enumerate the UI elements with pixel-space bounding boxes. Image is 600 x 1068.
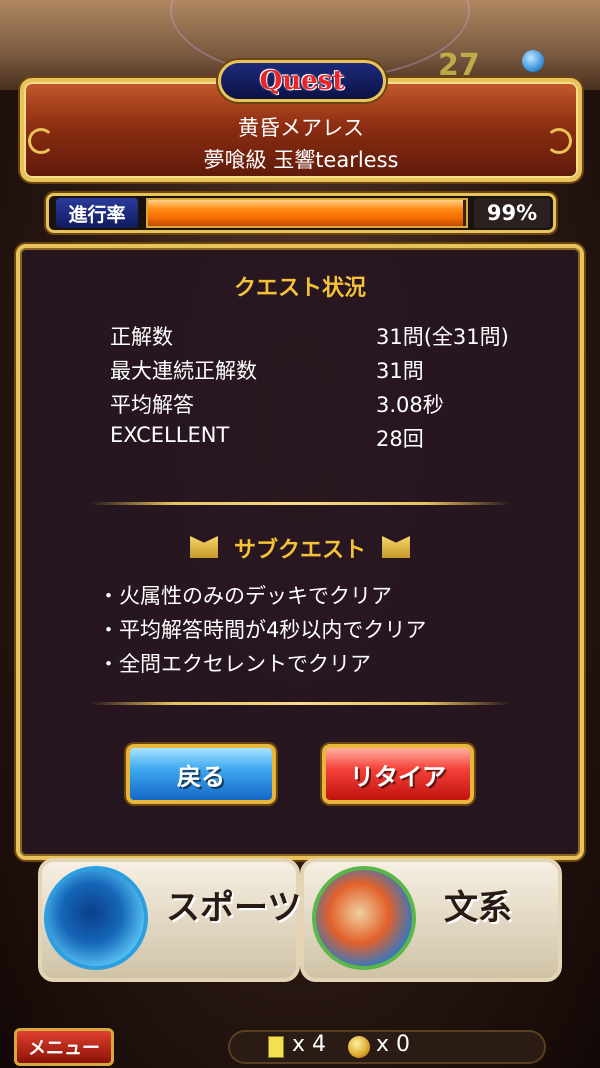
stat-label-correct: 正解数 — [110, 325, 173, 349]
stat-label-avg-answer: 平均解答 — [110, 393, 194, 417]
quest-tag-label: Quest — [259, 66, 345, 96]
stat-value-avg-answer: 3.08秒 — [376, 393, 444, 417]
card-count: x 4 — [292, 1032, 327, 1057]
coin-icon — [348, 1036, 370, 1058]
retire-button[interactable]: リタイア — [322, 744, 474, 804]
progress-fill — [148, 200, 463, 226]
back-button[interactable]: 戻る — [126, 744, 276, 804]
genre-label-sports: スポーツ — [166, 888, 302, 928]
subquest-heading: サブクエスト — [233, 538, 366, 563]
sports-orb-icon — [44, 866, 148, 970]
divider — [90, 502, 510, 505]
quest-title: 黄昏メアレス — [238, 116, 364, 140]
quest-status-heading: クエスト状況 — [233, 276, 366, 301]
quest-tag: Quest — [218, 60, 386, 102]
coin-count: x 0 — [376, 1032, 411, 1057]
genre-label-humanities: 文系 — [444, 888, 512, 928]
stat-label-excellent: EXCELLENT — [110, 423, 230, 447]
divider — [90, 702, 510, 705]
progress-percent: 99% — [474, 198, 550, 228]
gem-icon — [522, 50, 544, 72]
card-icon — [268, 1036, 284, 1058]
stat-value-excellent: 28回 — [376, 427, 424, 451]
stat-value-max-streak: 31問 — [376, 359, 424, 383]
quest-subtitle: 夢喰級 玉響tearless — [203, 148, 399, 172]
menu-button[interactable]: メニュー — [14, 1028, 114, 1066]
stat-value-correct: 31問(全31問) — [376, 325, 509, 349]
subquest-item: ・全問エクセレントでクリア — [98, 652, 371, 676]
humanities-orb-icon — [312, 866, 416, 970]
stat-label-max-streak: 最大連続正解数 — [110, 359, 257, 383]
subquest-item: ・平均解答時間が4秒以内でクリア — [98, 618, 427, 642]
background-counter: 27 — [438, 48, 480, 83]
subquest-item: ・火属性のみのデッキでクリア — [98, 584, 392, 608]
progress-label: 進行率 — [56, 198, 138, 228]
progress-bar — [146, 198, 468, 228]
